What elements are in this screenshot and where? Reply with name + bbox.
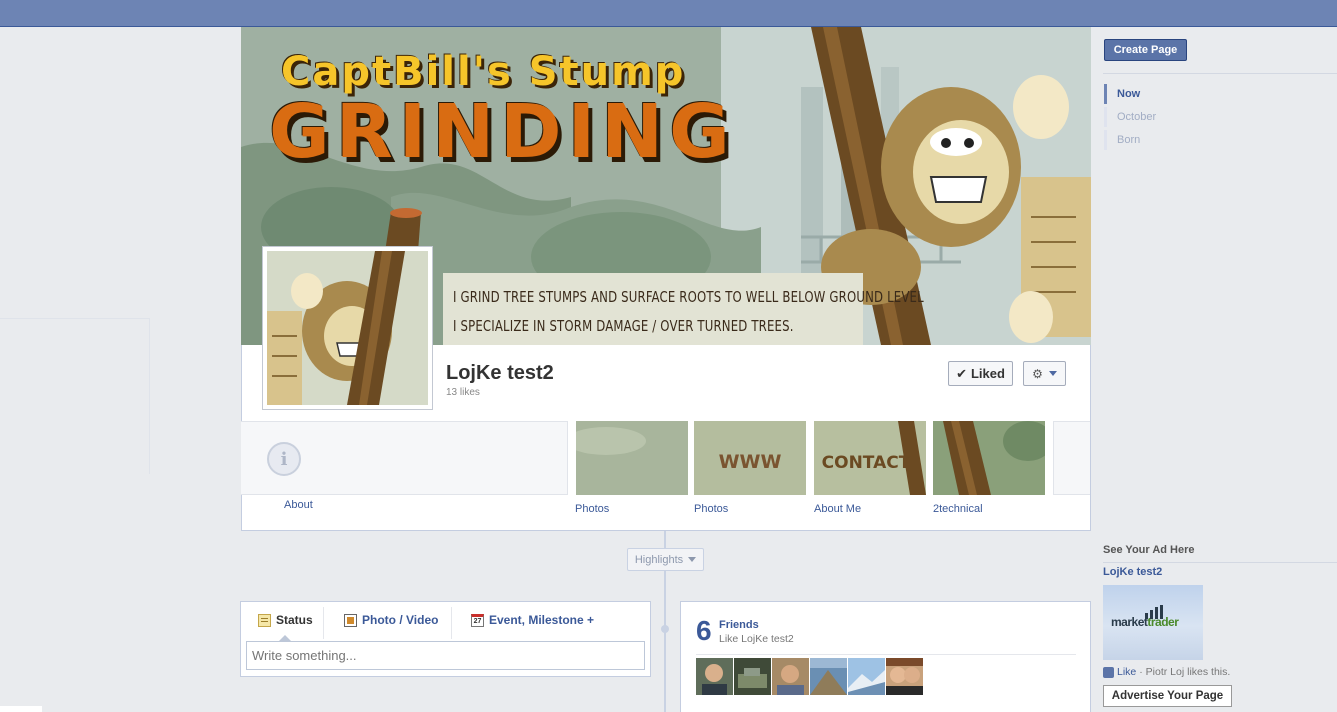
create-page-button[interactable]: Create Page (1104, 39, 1187, 61)
composer-tab-photo[interactable]: Photo / Video (344, 613, 438, 627)
app-tile-photos-1[interactable] (576, 421, 688, 495)
app-tile-www-text: WWW (719, 451, 782, 473)
chevron-down-icon (1048, 371, 1057, 376)
friends-title[interactable]: Friends (719, 619, 759, 631)
friends-count[interactable]: 6 (696, 615, 712, 647)
app-label-2technical[interactable]: 2technical (933, 503, 983, 515)
ad-logo-part1: market (1111, 615, 1148, 629)
ad-like-text: · Piotr Loj likes this. (1139, 666, 1231, 678)
top-navigation-bar (0, 0, 1337, 27)
composer-tab-event-label: Event, Milestone + (489, 613, 595, 627)
scrubber-item-now[interactable]: Now (1104, 84, 1140, 104)
cover-tagline-line2: I SPECIALIZE IN STORM DAMAGE / OVER TURN… (453, 317, 794, 335)
cover-tagline-line1: I GRIND TREE STUMPS AND SURFACE ROOTS TO… (453, 288, 924, 306)
app-tile-2technical[interactable] (933, 421, 1045, 495)
friend-photo[interactable] (848, 658, 885, 695)
app-tile-about-me[interactable]: CONTACT (814, 421, 926, 495)
friend-photo[interactable] (772, 658, 809, 695)
calendar-icon: 27 (471, 613, 484, 627)
photo-icon (344, 613, 357, 627)
highlights-dropdown[interactable]: Highlights (627, 548, 704, 571)
thumbs-up-icon (1103, 666, 1114, 678)
app-tile-photos-1-image (576, 421, 688, 495)
app-tile-photos-2[interactable]: WWW (694, 421, 806, 495)
bottom-left-edge (0, 706, 42, 712)
composer-divider (323, 607, 324, 639)
app-tile-2technical-image (933, 421, 1045, 495)
friends-subtitle: Like LojKe test2 (719, 633, 794, 645)
status-icon (258, 613, 271, 627)
app-label-photos-1[interactable]: Photos (575, 503, 609, 515)
composer-input[interactable] (246, 641, 645, 670)
right-column-divider (1103, 73, 1337, 74)
page-settings-button[interactable]: ⚙ (1023, 361, 1066, 386)
composer-tab-status-label: Status (276, 613, 313, 627)
info-icon: i (267, 442, 301, 476)
friend-photo[interactable] (886, 658, 923, 695)
ad-like-link[interactable]: Like (1117, 666, 1136, 678)
scrubber-item-october[interactable]: October (1104, 107, 1156, 127)
composer-tab-status[interactable]: Status (258, 613, 313, 627)
profile-picture[interactable] (262, 246, 433, 410)
left-column-placeholder (0, 318, 150, 474)
app-tile-about-me-image: CONTACT (814, 421, 926, 495)
scrubber-item-born[interactable]: Born (1104, 130, 1140, 150)
gear-icon: ⚙ (1032, 366, 1043, 381)
composer-divider (451, 607, 452, 639)
ad-logo-part2: trader (1147, 615, 1179, 629)
liked-button[interactable]: ✔ Liked (948, 361, 1013, 386)
page-likes-count[interactable]: 13 likes (446, 387, 480, 398)
checkmark-icon: ✔ (956, 365, 967, 381)
composer-tab-event[interactable]: 27 Event, Milestone + (471, 613, 594, 627)
about-link[interactable]: About (284, 499, 313, 511)
friend-photo[interactable] (734, 658, 771, 695)
page-name[interactable]: LojKe test2 (446, 362, 554, 385)
profile-picture-artwork (267, 251, 428, 405)
liked-button-label: Liked (970, 366, 1005, 381)
app-tile-contact-text: CONTACT (822, 453, 911, 473)
ad-title[interactable]: LojKe test2 (1103, 566, 1162, 578)
ad-image[interactable]: markettrader (1103, 585, 1203, 660)
chevron-down-icon (688, 557, 697, 562)
ad-heading[interactable]: See Your Ad Here (1103, 544, 1195, 556)
friends-divider (696, 654, 1076, 655)
app-label-about-me[interactable]: About Me (814, 503, 861, 515)
advertise-page-button[interactable]: Advertise Your Page (1103, 685, 1232, 707)
friend-photo[interactable] (696, 658, 733, 695)
app-tile-more[interactable] (1053, 421, 1090, 495)
timeline-dot (661, 625, 669, 633)
friend-photo[interactable] (810, 658, 847, 695)
highlights-label: Highlights (634, 553, 684, 566)
ad-like-row: Like · Piotr Loj likes this. (1103, 666, 1230, 678)
cover-title-line2: GRINDING (269, 89, 736, 175)
right-column-divider (1103, 562, 1337, 563)
ad-logo: markettrader (1111, 615, 1179, 629)
cover-tagline: I GRIND TREE STUMPS AND SURFACE ROOTS TO… (443, 273, 924, 345)
friends-box (680, 601, 1091, 712)
app-label-photos-2[interactable]: Photos (694, 503, 728, 515)
composer-tab-photo-label: Photo / Video (362, 613, 439, 627)
app-tile-photos-2-image: WWW (694, 421, 806, 495)
